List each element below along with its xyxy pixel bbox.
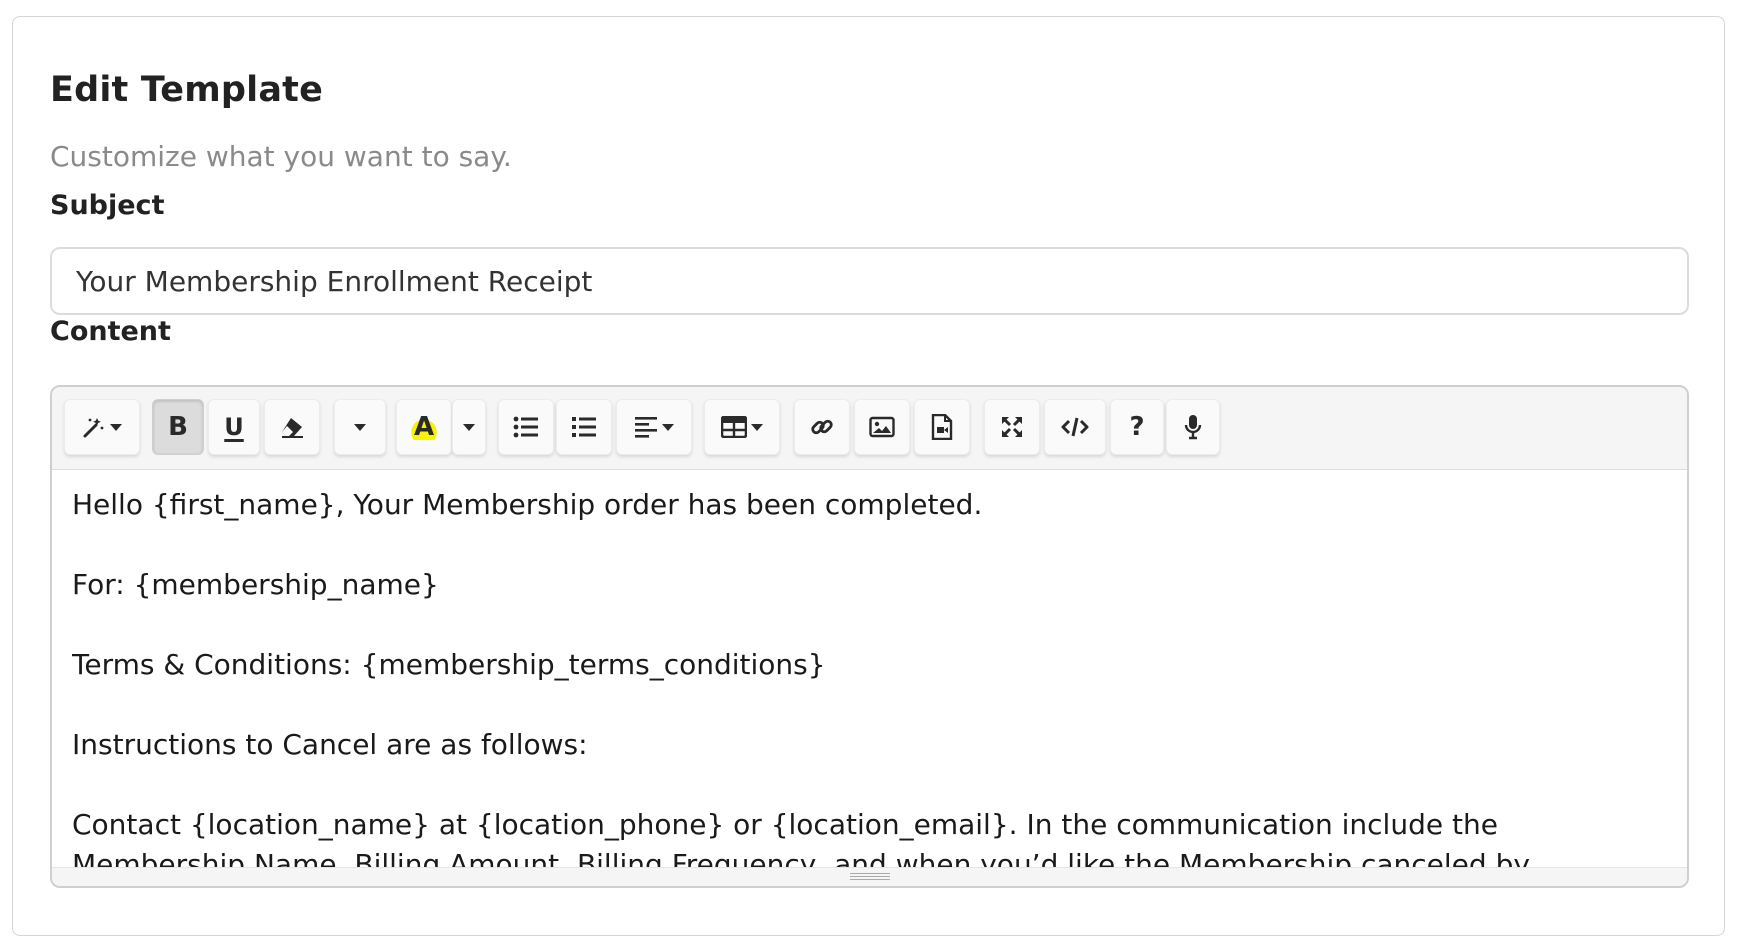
eraser-icon (282, 418, 303, 438)
page-title: Edit Template (50, 70, 324, 110)
caret-down-icon (662, 423, 674, 431)
code-icon (1061, 417, 1089, 437)
video-file-icon (931, 414, 953, 440)
question-icon: ? (1129, 412, 1145, 442)
link-button[interactable] (794, 399, 850, 455)
image-icon (869, 416, 895, 438)
subject-input[interactable] (50, 247, 1689, 315)
content-paragraph-instructions: Instructions to Cancel are as follows: (72, 728, 588, 761)
caret-down-icon (354, 423, 366, 431)
editor-content[interactable]: Hello {first_name}, Your Membership orde… (72, 485, 1667, 868)
magic-wand-icon (83, 418, 104, 438)
link-icon (811, 419, 833, 435)
content-paragraph-contact: Contact {location_name} at {location_pho… (72, 808, 1535, 868)
expand-arrows-icon (1001, 416, 1023, 438)
video-button[interactable] (914, 399, 970, 455)
page-subtitle: Customize what you want to say. (50, 140, 512, 173)
align-left-icon (635, 417, 657, 438)
fullscreen-button[interactable] (984, 399, 1040, 455)
bullet-list-icon (513, 416, 538, 438)
bold-icon: B (168, 412, 188, 442)
bold-button[interactable]: B (152, 399, 204, 455)
subject-label: Subject (50, 190, 165, 221)
voice-input-button[interactable] (1166, 399, 1220, 455)
content-paragraph-terms: Terms & Conditions: {membership_terms_co… (72, 648, 826, 681)
numbered-list-icon (572, 417, 596, 437)
font-color-icon: A (409, 414, 439, 440)
text-color-button[interactable]: A (396, 399, 452, 455)
table-icon (721, 416, 747, 438)
content-paragraph-membership: For: {membership_name} (72, 568, 439, 601)
microphone-icon (1184, 415, 1202, 440)
underline-icon: U (224, 413, 244, 441)
editor-toolbar: B U A ? (52, 387, 1687, 470)
font-size-dropdown-button[interactable] (334, 399, 386, 455)
underline-button[interactable]: U (208, 399, 260, 455)
image-button[interactable] (854, 399, 910, 455)
caret-down-icon (110, 423, 122, 431)
code-view-button[interactable] (1044, 399, 1106, 455)
caret-down-icon (751, 423, 763, 431)
text-color-dropdown-button[interactable] (452, 399, 486, 455)
paragraph-align-button[interactable] (616, 399, 692, 455)
content-paragraph-greeting: Hello {first_name}, Your Membership orde… (72, 488, 983, 521)
rich-text-editor: B U A ? Hello {first_name}, Your Members… (50, 385, 1689, 888)
clear-format-button[interactable] (264, 399, 320, 455)
editor-resize-handle[interactable] (52, 867, 1687, 886)
magic-style-button[interactable] (64, 399, 140, 455)
help-button[interactable]: ? (1110, 399, 1164, 455)
caret-down-icon (463, 423, 475, 431)
table-button[interactable] (704, 399, 780, 455)
ordered-list-button[interactable] (556, 399, 612, 455)
grip-icon (849, 873, 890, 881)
content-label: Content (50, 316, 171, 347)
unordered-list-button[interactable] (498, 399, 554, 455)
